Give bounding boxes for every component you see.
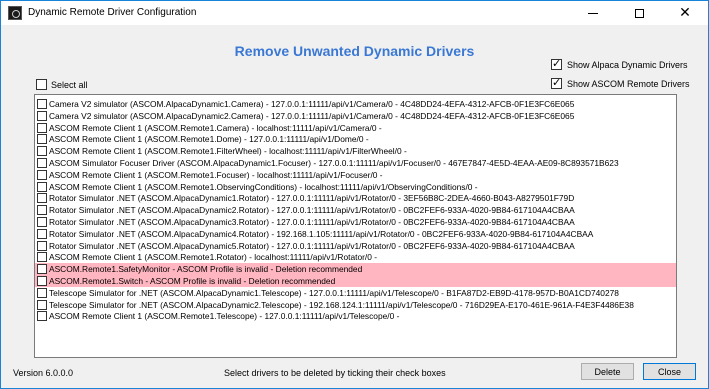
driver-checkbox[interactable] [37, 240, 47, 251]
maximize-button[interactable] [616, 1, 662, 25]
driver-label: ASCOM Simulator Focuser Driver (ASCOM.Al… [49, 158, 619, 168]
minimize-button[interactable] [570, 1, 616, 25]
driver-row[interactable]: Rotator Simulator .NET (ASCOM.AlpacaDyna… [35, 204, 676, 216]
driver-checkbox[interactable] [37, 276, 47, 286]
driver-checkbox[interactable] [37, 299, 47, 310]
select-all-label[interactable]: Select all [51, 80, 88, 90]
driver-row[interactable]: Telescope Simulator for .NET (ASCOM.Alpa… [35, 299, 676, 311]
driver-checkbox[interactable] [37, 311, 47, 322]
title-bar[interactable]: Dynamic Remote Driver Configuration ✕ [1, 1, 708, 25]
driver-label: Telescope Simulator for .NET (ASCOM.Alpa… [49, 299, 634, 310]
driver-label: ASCOM Remote Client 1 (ASCOM.Remote1.Foc… [49, 169, 383, 180]
driver-row[interactable]: ASCOM Remote Client 1 (ASCOM.Remote1.Tel… [35, 310, 676, 322]
driver-checkbox[interactable] [37, 122, 47, 133]
window-title: Dynamic Remote Driver Configuration [28, 7, 197, 18]
driver-label: ASCOM Remote Client 1 (ASCOM.Remote1.Dom… [49, 134, 369, 145]
driver-row[interactable]: Rotator Simulator .NET (ASCOM.AlpacaDyna… [35, 240, 676, 252]
driver-label: ASCOM Remote Client 1 (ASCOM.Remote1.Cam… [49, 122, 382, 133]
driver-checkbox[interactable] [37, 158, 47, 168]
version-label: Version 6.0.0.0 [13, 368, 74, 378]
show-ascom-label[interactable]: Show ASCOM Remote Drivers [567, 79, 690, 89]
driver-label: Telescope Simulator for .NET (ASCOM.Alpa… [49, 287, 619, 298]
driver-label: Rotator Simulator .NET (ASCOM.AlpacaDyna… [49, 228, 594, 239]
driver-row[interactable]: ASCOM Remote Client 1 (ASCOM.Remote1.Fil… [35, 145, 676, 157]
close-button[interactable]: Close [643, 363, 696, 380]
driver-label: ASCOM Remote Client 1 (ASCOM.Remote1.Rot… [49, 252, 377, 263]
driver-row[interactable]: ASCOM Remote Client 1 (ASCOM.Remote1.Rot… [35, 251, 676, 263]
driver-checkbox[interactable] [37, 146, 47, 157]
driver-label: ASCOM.Remote1.Switch - ASCOM Profile is … [49, 276, 336, 286]
driver-checkbox[interactable] [37, 134, 47, 145]
app-window: Dynamic Remote Driver Configuration ✕ Re… [0, 0, 709, 389]
driver-checkbox[interactable] [37, 181, 47, 192]
select-all-checkbox[interactable] [36, 79, 47, 90]
driver-checkbox[interactable] [37, 99, 47, 109]
driver-list[interactable]: Camera V2 simulator (ASCOM.AlpacaDynamic… [34, 94, 677, 358]
driver-checkbox[interactable] [37, 252, 47, 263]
app-icon [8, 6, 22, 20]
close-window-button[interactable]: ✕ [662, 1, 708, 25]
driver-label: ASCOM Remote Client 1 (ASCOM.Remote1.Tel… [49, 311, 400, 322]
driver-label: Rotator Simulator .NET (ASCOM.AlpacaDyna… [49, 205, 575, 216]
maximize-icon [634, 8, 644, 18]
show-alpaca-label[interactable]: Show Alpaca Dynamic Drivers [567, 60, 688, 70]
driver-row[interactable]: ASCOM.Remote1.Switch - ASCOM Profile is … [35, 275, 676, 287]
driver-label: Camera V2 simulator (ASCOM.AlpacaDynamic… [49, 110, 575, 121]
driver-checkbox[interactable] [37, 287, 47, 298]
driver-row[interactable]: ASCOM Remote Client 1 (ASCOM.Remote1.Obs… [35, 181, 676, 193]
driver-checkbox[interactable] [37, 264, 47, 275]
driver-checkbox[interactable] [37, 205, 47, 216]
driver-row[interactable]: ASCOM Remote Client 1 (ASCOM.Remote1.Cam… [35, 122, 676, 134]
driver-label: ASCOM Remote Client 1 (ASCOM.Remote1.Obs… [49, 181, 478, 192]
driver-row[interactable]: Rotator Simulator .NET (ASCOM.AlpacaDyna… [35, 228, 676, 240]
close-icon: ✕ [679, 5, 691, 21]
driver-row[interactable]: ASCOM.Remote1.SafetyMonitor - ASCOM Prof… [35, 263, 676, 275]
driver-row[interactable]: Rotator Simulator .NET (ASCOM.AlpacaDyna… [35, 216, 676, 228]
driver-row[interactable]: Telescope Simulator for .NET (ASCOM.Alpa… [35, 287, 676, 299]
driver-row[interactable]: ASCOM Remote Client 1 (ASCOM.Remote1.Dom… [35, 133, 676, 145]
driver-checkbox[interactable] [37, 228, 47, 239]
show-ascom-checkbox[interactable] [551, 76, 562, 89]
driver-row[interactable]: Camera V2 simulator (ASCOM.AlpacaDynamic… [35, 98, 676, 110]
driver-checkbox[interactable] [37, 193, 47, 204]
driver-label: ASCOM Remote Client 1 (ASCOM.Remote1.Fil… [49, 146, 407, 157]
driver-checkbox[interactable] [37, 169, 47, 180]
driver-label: Rotator Simulator .NET (ASCOM.AlpacaDyna… [49, 217, 575, 227]
hint-label: Select drivers to be deleted by ticking … [224, 368, 446, 378]
driver-label: Rotator Simulator .NET (ASCOM.AlpacaDyna… [49, 240, 575, 251]
driver-checkbox[interactable] [37, 217, 47, 227]
driver-row[interactable]: Rotator Simulator .NET (ASCOM.AlpacaDyna… [35, 192, 676, 204]
driver-row[interactable]: Camera V2 simulator (ASCOM.AlpacaDynamic… [35, 110, 676, 122]
driver-row[interactable]: ASCOM Remote Client 1 (ASCOM.Remote1.Foc… [35, 169, 676, 181]
minimize-icon [588, 12, 598, 14]
driver-label: Rotator Simulator .NET (ASCOM.AlpacaDyna… [49, 193, 575, 204]
delete-button[interactable]: Delete [581, 363, 634, 380]
show-alpaca-checkbox[interactable] [551, 57, 562, 70]
driver-row[interactable]: ASCOM Simulator Focuser Driver (ASCOM.Al… [35, 157, 676, 169]
driver-label: Camera V2 simulator (ASCOM.AlpacaDynamic… [49, 99, 575, 109]
page-title: Remove Unwanted Dynamic Drivers [234, 43, 475, 59]
driver-checkbox[interactable] [37, 110, 47, 121]
driver-label: ASCOM.Remote1.SafetyMonitor - ASCOM Prof… [49, 264, 363, 275]
